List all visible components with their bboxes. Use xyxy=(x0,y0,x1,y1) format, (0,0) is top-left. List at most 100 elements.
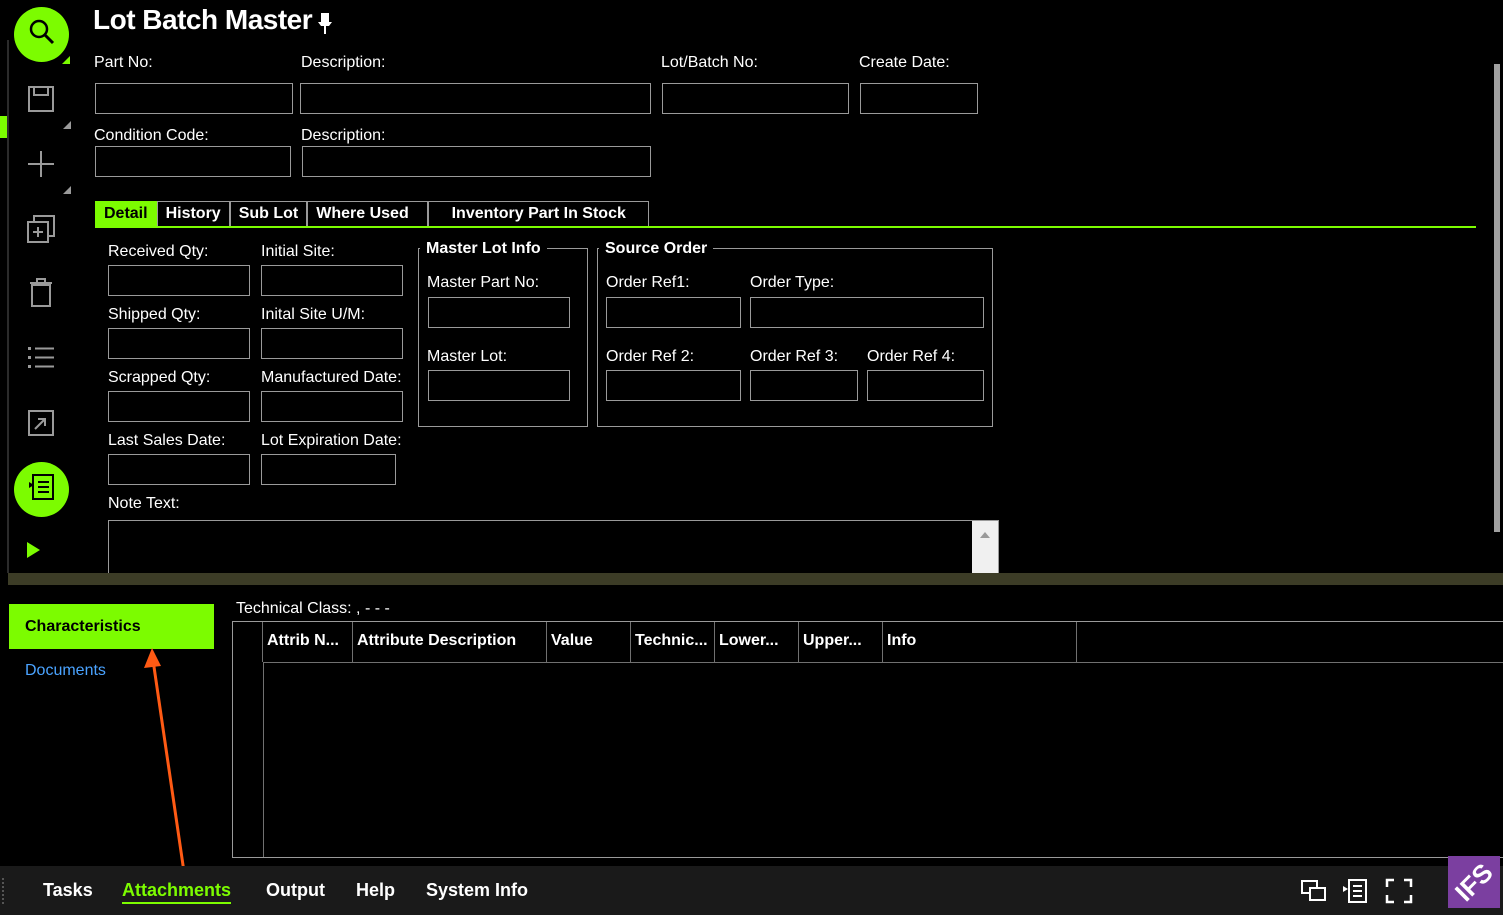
search-icon xyxy=(28,18,56,51)
pin-icon xyxy=(316,13,334,38)
statusbar-help[interactable]: Help xyxy=(356,880,395,901)
condition-code-input[interactable] xyxy=(95,146,291,177)
technical-class-label: Technical Class: , - - - xyxy=(236,600,390,617)
master-part-no-input[interactable] xyxy=(428,297,570,328)
statusbar-tasks[interactable]: Tasks xyxy=(43,880,93,901)
shipped-qty-input[interactable] xyxy=(108,328,250,359)
attachments-nav-characteristics[interactable]: Characteristics xyxy=(9,604,214,649)
characteristics-grid[interactable]: Attrib N... Attribute Description Value … xyxy=(232,621,1503,858)
source-order-title: Source Order xyxy=(599,240,714,258)
switch-windows-button[interactable] xyxy=(1300,878,1328,904)
description-input[interactable] xyxy=(300,83,651,114)
statusbar-attachments[interactable]: Attachments xyxy=(122,880,232,904)
new-button[interactable] xyxy=(20,143,62,185)
order-ref4-input[interactable] xyxy=(867,370,984,401)
list-button[interactable] xyxy=(20,337,62,379)
new-menu-arrow[interactable] xyxy=(63,186,71,194)
order-ref2-input[interactable] xyxy=(606,370,741,401)
grid-header-attribute-description[interactable]: Attribute Description xyxy=(353,622,547,662)
lot-expiration-date-input[interactable] xyxy=(261,454,396,485)
order-ref3-input[interactable] xyxy=(750,370,858,401)
statusbar-output[interactable]: Output xyxy=(266,880,325,901)
grid-body[interactable] xyxy=(263,662,1503,857)
received-qty-input[interactable] xyxy=(108,265,250,296)
grid-header-select[interactable] xyxy=(233,622,263,662)
note-text-label: Note Text: xyxy=(108,495,180,512)
search-button[interactable] xyxy=(14,7,69,62)
save-menu-arrow[interactable] xyxy=(63,121,71,129)
grid-header: Attrib N... Attribute Description Value … xyxy=(233,622,1077,662)
tab-history[interactable]: History xyxy=(156,201,230,227)
order-type-label: Order Type: xyxy=(750,274,835,291)
tab-underline xyxy=(95,226,1476,228)
note-scrollbar[interactable] xyxy=(972,521,998,573)
duplicate-button[interactable] xyxy=(20,208,62,250)
statusbar-system-info[interactable]: System Info xyxy=(426,880,528,901)
grid-header-lower[interactable]: Lower... xyxy=(715,622,799,662)
condition-code-label: Condition Code: xyxy=(94,127,209,144)
play-button[interactable] xyxy=(27,542,41,563)
pin-button[interactable] xyxy=(316,12,334,39)
panel-splitter[interactable] xyxy=(8,573,1503,585)
shipped-qty-label: Shipped Qty: xyxy=(108,306,201,323)
grid-header-attrib-name[interactable]: Attrib N... xyxy=(263,622,353,662)
toolbar-edge xyxy=(7,40,9,573)
description-label: Description: xyxy=(301,54,386,71)
order-ref1-label: Order Ref1: xyxy=(606,274,690,291)
manufactured-date-input[interactable] xyxy=(261,391,403,422)
details-panel-button[interactable] xyxy=(1342,878,1370,904)
delete-button[interactable] xyxy=(20,272,62,314)
create-date-input[interactable] xyxy=(860,83,978,114)
status-bar: Tasks Attachments Output Help System Inf… xyxy=(0,866,1503,915)
grid-header-info[interactable]: Info xyxy=(883,622,1077,662)
order-ref2-label: Order Ref 2: xyxy=(606,348,695,365)
toolbar-active-marker xyxy=(0,116,7,138)
details-button[interactable] xyxy=(14,462,69,517)
attachments-nav-documents[interactable]: Documents xyxy=(25,662,106,680)
duplicate-icon xyxy=(26,214,56,244)
fullscreen-button[interactable] xyxy=(1385,878,1413,904)
part-no-input[interactable] xyxy=(95,83,293,114)
order-type-input[interactable] xyxy=(750,297,984,328)
lot-batch-no-label: Lot/Batch No: xyxy=(661,54,758,71)
grid-header-value[interactable]: Value xyxy=(547,622,631,662)
condition-description-input[interactable] xyxy=(302,146,651,177)
initial-site-um-label: Inital Site U/M: xyxy=(261,306,366,323)
tab-where-used[interactable]: Where Used xyxy=(307,201,429,227)
save-button[interactable] xyxy=(20,78,62,120)
master-lot-input[interactable] xyxy=(428,370,570,401)
play-icon xyxy=(27,542,41,562)
left-toolbar xyxy=(0,0,82,573)
open-detail-icon xyxy=(27,409,55,437)
new-icon xyxy=(27,150,55,178)
form-scrollbar[interactable] xyxy=(1483,40,1503,573)
initial-site-input[interactable] xyxy=(261,265,403,296)
search-menu-arrow[interactable] xyxy=(62,56,70,64)
create-date-label: Create Date: xyxy=(859,54,950,71)
initial-site-um-input[interactable] xyxy=(261,328,403,359)
grid-header-technical[interactable]: Technic... xyxy=(631,622,715,662)
tab-sub-lot[interactable]: Sub Lot xyxy=(229,201,308,227)
lot-batch-no-input[interactable] xyxy=(662,83,849,114)
page-title: Lot Batch Master xyxy=(93,4,313,35)
manufactured-date-label: Manufactured Date: xyxy=(261,369,402,386)
tab-inventory-part-in-stock[interactable]: Inventory Part In Stock xyxy=(428,201,650,227)
grid-header-upper[interactable]: Upper... xyxy=(799,622,883,662)
lot-expiration-date-label: Lot Expiration Date: xyxy=(261,432,402,449)
tab-detail[interactable]: Detail xyxy=(95,201,157,227)
note-text-area[interactable] xyxy=(108,520,999,573)
open-detail-button[interactable] xyxy=(20,402,62,444)
scrapped-qty-input[interactable] xyxy=(108,391,250,422)
details-panel-icon xyxy=(1343,879,1367,903)
scroll-up-icon[interactable] xyxy=(980,531,990,539)
delete-icon xyxy=(27,278,55,308)
form-scrollbar-thumb[interactable] xyxy=(1494,64,1500,532)
tab-strip: Detail History Sub Lot Where Used Invent… xyxy=(95,201,650,227)
condition-description-label: Description: xyxy=(301,127,386,144)
last-sales-date-input[interactable] xyxy=(108,454,250,485)
order-ref1-input[interactable] xyxy=(606,297,741,328)
list-icon xyxy=(27,345,55,371)
received-qty-label: Received Qty: xyxy=(108,243,209,260)
master-lot-info-title: Master Lot Info xyxy=(420,240,547,258)
ifs-logo: IFS xyxy=(1448,856,1500,908)
